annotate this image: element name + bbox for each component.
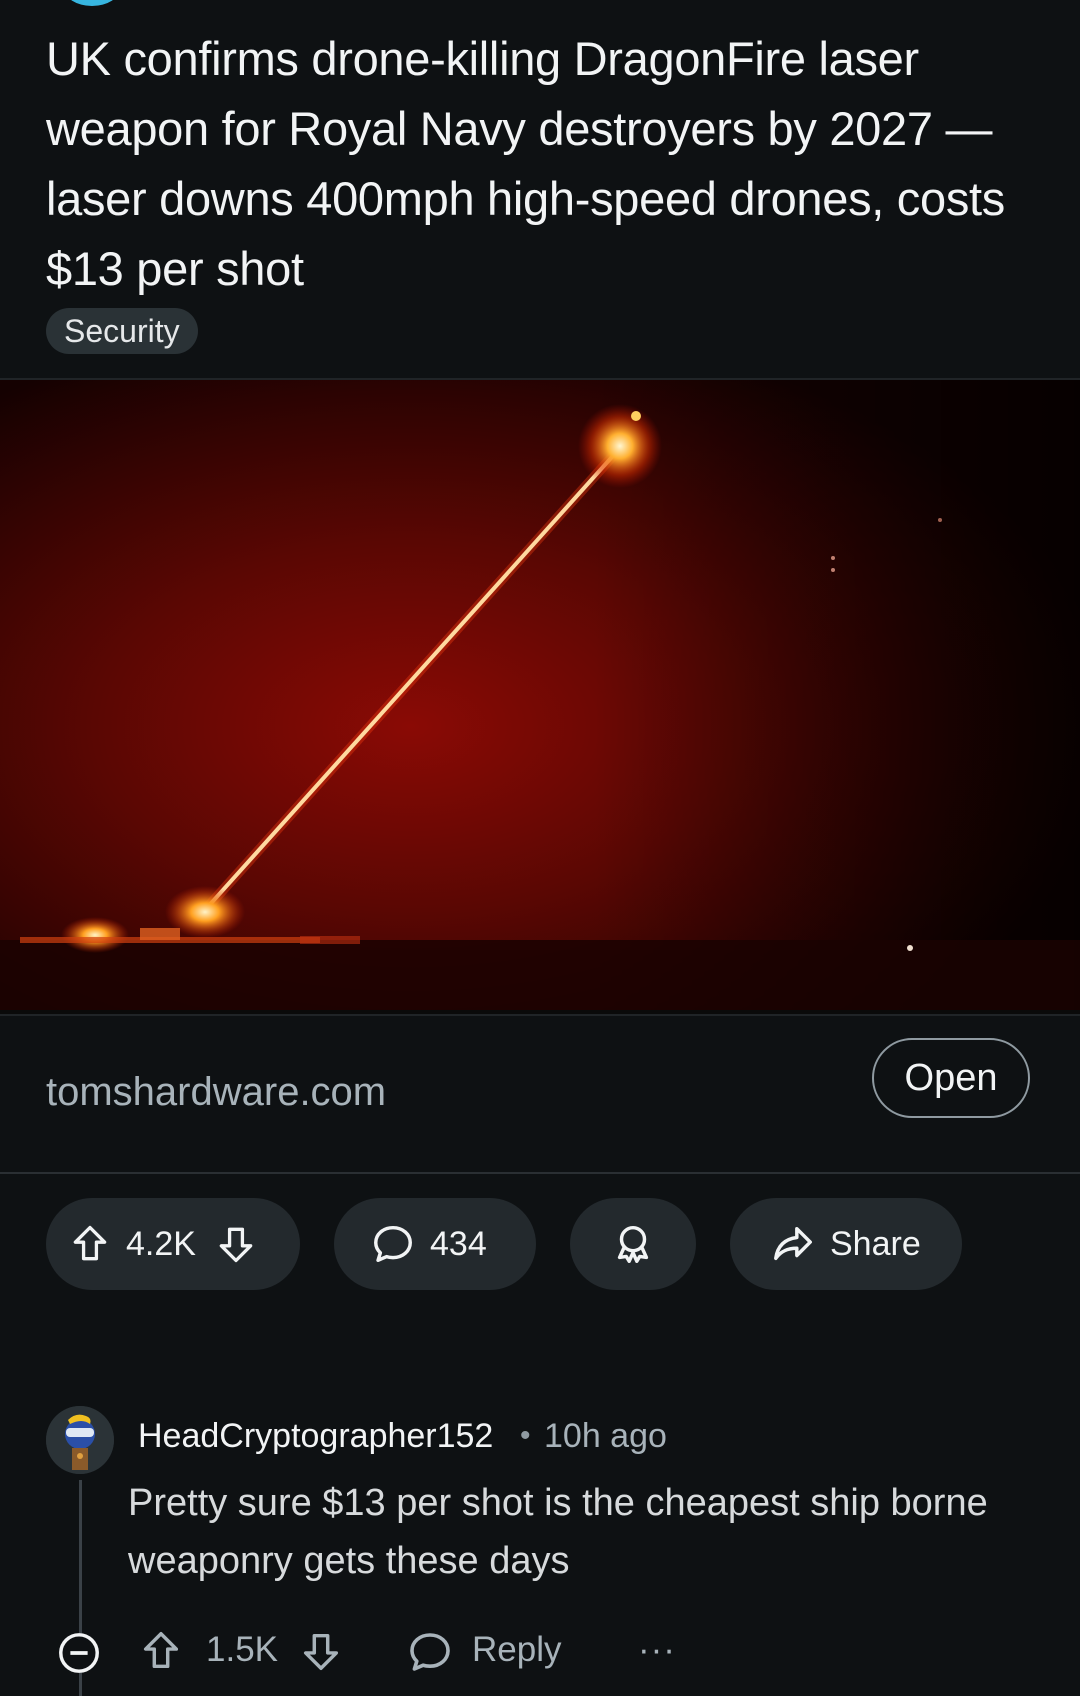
share-label: Share (830, 1224, 921, 1263)
avatar[interactable] (46, 1406, 114, 1474)
comment-body: Pretty sure $13 per shot is the cheapest… (128, 1482, 988, 1582)
reply-button[interactable]: Reply (472, 1624, 561, 1676)
link-domain[interactable]: tomshardware.com (46, 1064, 386, 1120)
link-preview[interactable]: tomshardware.com Open (0, 1014, 1080, 1174)
post-title[interactable]: UK confirms drone-killing DragonFire las… (46, 24, 1046, 304)
comment-count: 434 (430, 1224, 487, 1263)
comment: HeadCryptographer152 • 10h ago Pretty su… (0, 1400, 1080, 1696)
open-link-button[interactable]: Open (872, 1038, 1030, 1118)
post-image[interactable] (0, 378, 1080, 1016)
separator-dot: • (520, 1419, 531, 1452)
share-arrow-icon (770, 1221, 816, 1267)
post-score: 4.2K (126, 1224, 196, 1263)
post-action-bar: 4.2K 434 Share (0, 1198, 1080, 1290)
laser-photo (0, 380, 1080, 1010)
comments-button[interactable]: 434 (334, 1198, 536, 1290)
comment-score: 1.5K (206, 1630, 278, 1669)
arrow-up-icon[interactable] (68, 1222, 112, 1266)
award-button[interactable] (570, 1198, 696, 1290)
subreddit-avatar[interactable] (64, 0, 120, 6)
comment-action-bar: 1.5K Reply ··· (0, 1620, 1080, 1680)
comment-author[interactable]: HeadCryptographer152 (138, 1412, 493, 1460)
vote-pill: 4.2K (46, 1198, 300, 1290)
post-flair[interactable]: Security (46, 308, 198, 354)
speech-bubble-icon (370, 1221, 416, 1267)
award-icon (610, 1221, 656, 1267)
comment-timestamp: 10h ago (544, 1417, 667, 1455)
arrow-down-icon[interactable] (214, 1222, 258, 1266)
share-button[interactable]: Share (730, 1198, 962, 1290)
more-options-icon[interactable]: ··· (638, 1624, 676, 1676)
